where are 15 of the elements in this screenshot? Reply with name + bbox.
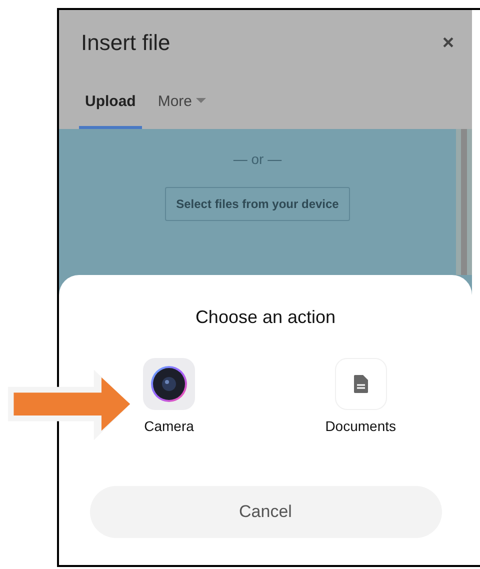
- cancel-button[interactable]: Cancel: [90, 486, 442, 538]
- action-label: Camera: [144, 418, 194, 434]
- tab[interactable]: Upload: [79, 76, 142, 129]
- dialog-title: Insert file: [81, 30, 170, 56]
- tab[interactable]: More: [152, 76, 212, 129]
- action-label: Documents: [325, 418, 396, 434]
- camera-lens-icon: [149, 364, 189, 404]
- or-divider: — or —: [233, 151, 282, 167]
- document-icon: [354, 375, 368, 393]
- action-option[interactable]: Camera: [143, 358, 195, 434]
- close-button[interactable]: ×: [438, 32, 458, 54]
- caret-icon: [196, 98, 206, 104]
- scrollbar[interactable]: [456, 129, 472, 275]
- action-option[interactable]: Documents: [325, 358, 396, 434]
- sheet-title: Choose an action: [195, 307, 336, 328]
